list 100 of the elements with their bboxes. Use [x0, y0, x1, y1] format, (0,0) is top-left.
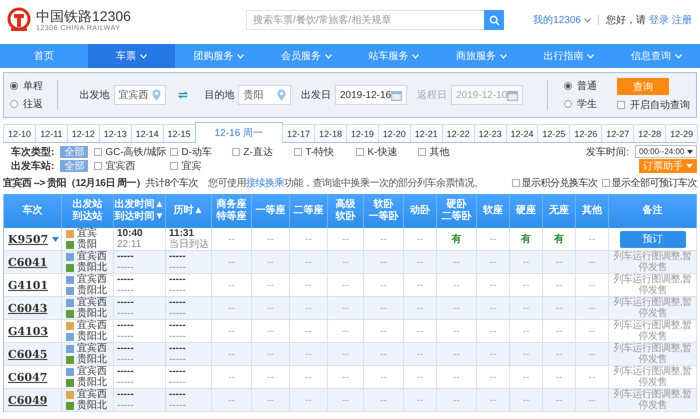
seat-availability: -- [588, 326, 596, 336]
seat-availability: -- [416, 372, 424, 382]
seat-availability: -- [305, 326, 312, 336]
train-number-link[interactable]: C6045 [8, 348, 48, 360]
duration-text: ----- [169, 297, 186, 308]
filter-label: 出发车站: [11, 159, 54, 172]
caret-icon [686, 164, 693, 168]
date-tab[interactable]: 12-11 [34, 124, 68, 142]
radio-button[interactable] [10, 100, 18, 108]
checkbox[interactable] [602, 178, 610, 186]
checkbox[interactable] [94, 162, 102, 170]
train-number-link[interactable]: C6049 [8, 394, 48, 406]
train-number-link[interactable]: C6041 [8, 256, 48, 268]
field-label: 出发地 [80, 88, 110, 102]
radio-button[interactable] [10, 82, 18, 90]
time-select[interactable]: 00:00--24:00 [635, 145, 697, 158]
date-tab[interactable]: 12-13 [98, 124, 132, 142]
seat-availability: -- [556, 394, 562, 406]
seat-availability: -- [380, 280, 387, 290]
remark-text: 列车运行图调整,暂停发售 [612, 297, 693, 319]
caret-icon[interactable] [52, 236, 60, 242]
seat-availability: -- [342, 326, 349, 336]
radio-button[interactable] [564, 100, 572, 108]
train-number-link[interactable]: C6047 [8, 370, 48, 384]
date-tab[interactable]: 12-20 [378, 124, 411, 142]
from-field[interactable]: 宜宾西 [114, 85, 166, 105]
depart-time: ----- [117, 320, 134, 331]
date-tab[interactable]: 12-29 [665, 124, 698, 142]
remark-text: 列车运行图调整,暂停发售 [612, 274, 693, 296]
station-name: 贵阳北 [77, 331, 107, 342]
train-number-link[interactable]: C6043 [8, 302, 48, 314]
nav-item[interactable]: 车票 [88, 44, 175, 68]
date-tab[interactable]: 12-28 [633, 124, 666, 142]
checkbox[interactable] [356, 148, 364, 156]
train-number-link[interactable]: G4101 [8, 278, 48, 292]
date-tab[interactable]: 12-27 [601, 124, 634, 142]
date-tab[interactable]: 12-18 [314, 124, 347, 142]
checkbox[interactable] [94, 148, 102, 156]
seat-availability: -- [453, 280, 460, 290]
radio-button[interactable] [564, 82, 572, 90]
checkbox[interactable] [512, 178, 520, 186]
seat-availability: -- [342, 302, 349, 314]
register-link[interactable]: 注册 [672, 13, 692, 27]
date-tab[interactable]: 12-17 [282, 124, 316, 142]
seat-availability: -- [490, 394, 496, 406]
checkbox[interactable] [418, 148, 426, 156]
search-button[interactable] [484, 10, 504, 30]
seat-availability: -- [416, 394, 424, 406]
date-tab[interactable]: 12-23 [474, 124, 507, 142]
seat-availability: -- [380, 348, 387, 360]
checkbox[interactable] [616, 101, 625, 109]
seat-availability: -- [453, 348, 460, 360]
login-link[interactable]: 登录 [649, 13, 669, 27]
date-tab[interactable]: 12-26 [569, 124, 602, 142]
seat-availability: 有 [521, 232, 531, 246]
seat-availability: -- [522, 302, 530, 314]
station-name: 宜宾西 [77, 320, 107, 331]
date-tab[interactable]: 12-22 [442, 124, 475, 142]
arrival-day-text: ----- [169, 377, 186, 388]
account-link[interactable]: 我的12306 [533, 13, 581, 27]
date-tab[interactable]: 12-24 [506, 124, 538, 142]
date-tab[interactable]: 12-10 [3, 124, 36, 142]
station-name: 宜宾 [77, 228, 97, 239]
seat-availability: -- [228, 302, 235, 314]
to-field[interactable]: 贵阳 [238, 85, 291, 105]
filter-label: 车次类型: [11, 145, 54, 158]
station-name: 贵阳 [77, 239, 97, 250]
station-name: 贵阳北 [77, 308, 107, 319]
seat-availability: -- [342, 256, 349, 268]
checkbox-label: 其他 [429, 146, 450, 158]
seat-availability: -- [342, 348, 349, 360]
depart-time: ----- [117, 274, 134, 285]
seat-availability: -- [342, 372, 349, 382]
location-pin-icon [276, 89, 286, 101]
checkbox[interactable] [170, 162, 178, 170]
search-field[interactable]: 搜索车票/餐饮/常旅客/相关规章 [246, 10, 484, 30]
date-tab[interactable]: 12-15 [162, 124, 196, 142]
seat-availability: -- [380, 234, 387, 244]
date-tab[interactable]: 12-19 [346, 124, 379, 142]
checkbox[interactable] [232, 148, 240, 156]
seat-availability: -- [228, 348, 235, 360]
swap-icon[interactable] [178, 90, 188, 100]
checkbox[interactable] [170, 148, 178, 156]
date-tab[interactable]: 12-12 [66, 124, 100, 142]
transfer-link[interactable]: 接续换乘 [246, 178, 284, 188]
calendar-icon [391, 90, 402, 100]
date-tab[interactable]: 12-16 周一 [194, 122, 284, 143]
depart-date-field[interactable]: 2019-12-16 [334, 85, 408, 105]
date-tab[interactable]: 12-25 [537, 124, 570, 142]
train-number-link[interactable]: K9507 [8, 232, 48, 246]
arrival-day-text: ----- [169, 400, 186, 411]
date-tab[interactable]: 12-21 [410, 124, 443, 142]
date-tab[interactable]: 12-14 [130, 124, 164, 142]
train-number-link[interactable]: G4103 [8, 324, 48, 338]
seat-availability: -- [490, 348, 496, 360]
seat-availability: -- [416, 302, 424, 314]
location-pin-icon [152, 89, 162, 101]
checkbox[interactable] [294, 148, 302, 156]
seat-availability: -- [416, 326, 424, 336]
seat-availability: -- [267, 372, 274, 382]
